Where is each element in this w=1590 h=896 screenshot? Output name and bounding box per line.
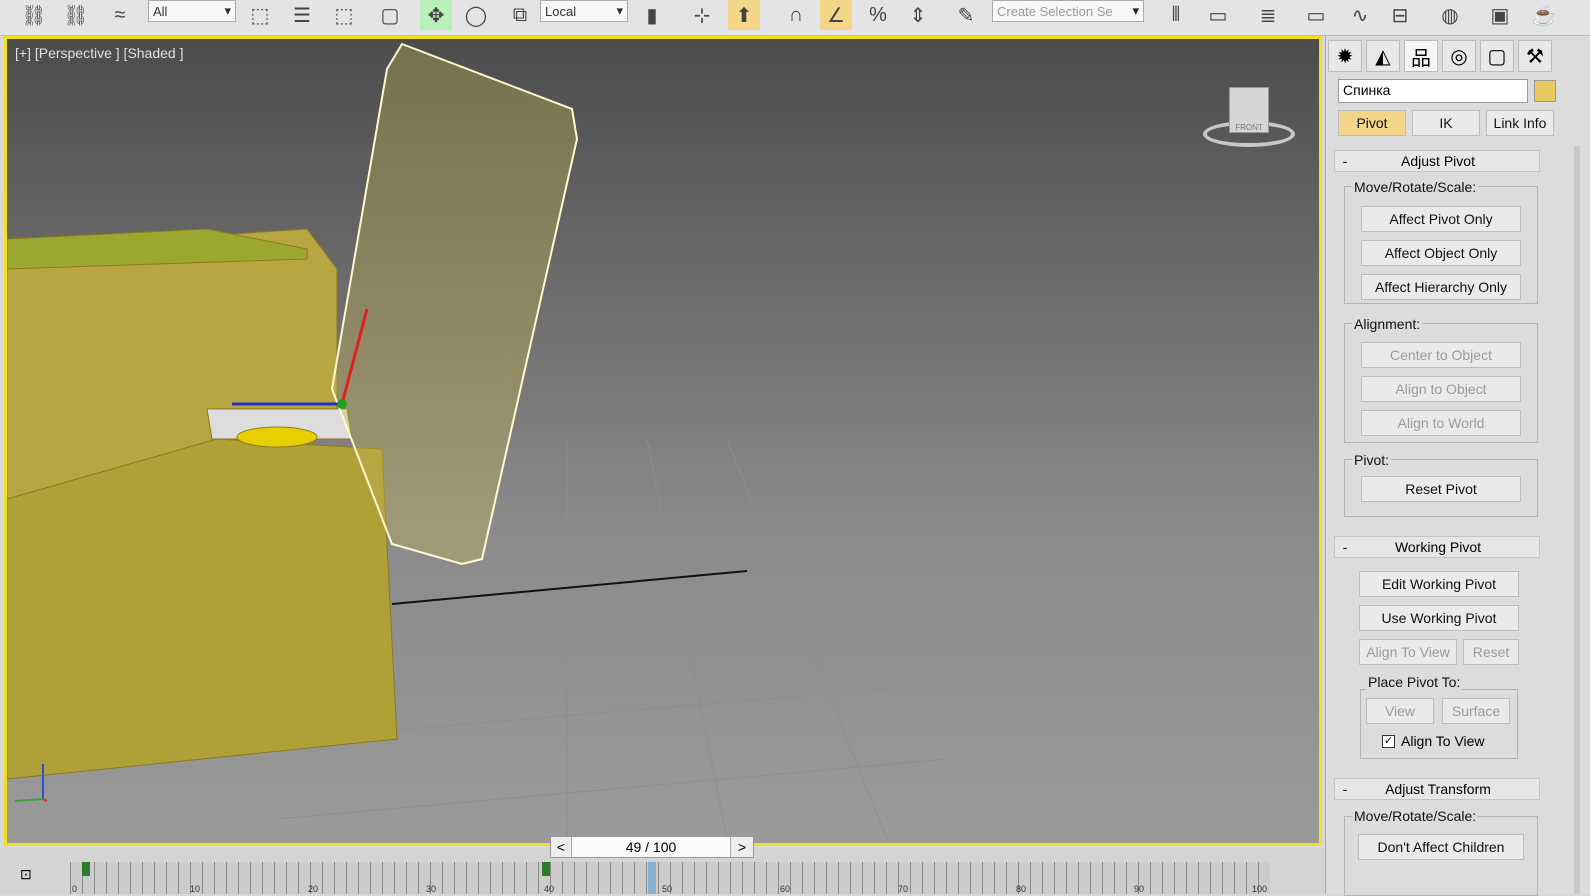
- rollout-adjust-pivot[interactable]: - Adjust Pivot: [1334, 150, 1540, 172]
- align-to-view-checkbox[interactable]: ✓: [1382, 734, 1395, 748]
- time-marker[interactable]: [648, 862, 656, 894]
- select-object-icon[interactable]: ⬚: [244, 0, 276, 30]
- rollout-working-pivot[interactable]: - Working Pivot: [1334, 536, 1540, 558]
- tab-ik[interactable]: IK: [1412, 110, 1480, 136]
- select-manipulate-icon[interactable]: ⊹: [686, 0, 718, 30]
- affect-hierarchy-only-button[interactable]: Affect Hierarchy Only: [1361, 274, 1521, 300]
- align-to-view-button[interactable]: Align To View: [1359, 639, 1457, 665]
- coordinate-system-dropdown[interactable]: Local ▾: [540, 0, 628, 22]
- place-pivot-view-button[interactable]: View: [1366, 698, 1434, 724]
- group-label: Pivot:: [1352, 452, 1392, 468]
- tick-label: 40: [544, 884, 555, 894]
- tick-label: 20: [308, 884, 319, 894]
- modify-tab-icon[interactable]: ◭: [1366, 40, 1400, 72]
- keyframe[interactable]: [542, 862, 550, 876]
- sofa-model: [7, 228, 398, 780]
- edit-named-selection-icon[interactable]: ✎: [950, 0, 982, 30]
- scene-render: [7, 42, 948, 840]
- link-icon[interactable]: ⛓: [18, 0, 50, 30]
- tick-label: 30: [426, 884, 437, 894]
- main-toolbar: ⛓ ⛓ ≈ All ▾ ⬚ ☰ ⬚ ▢ ✥ ◯ ⧉ Local ▾ ▮ ⊹ ⬆ ∩ …: [0, 0, 1590, 36]
- render-setup-icon[interactable]: ▣: [1484, 0, 1516, 30]
- snap-3d-icon[interactable]: ∩: [780, 0, 812, 30]
- rect-selection-icon[interactable]: ⬚: [328, 0, 360, 30]
- display-tab-icon[interactable]: ▢: [1480, 40, 1514, 72]
- layer-manager-icon[interactable]: ≣: [1252, 0, 1284, 30]
- hierarchy-tab-icon[interactable]: 品: [1404, 40, 1438, 72]
- viewcube[interactable]: FRONT: [1203, 87, 1295, 151]
- utilities-tab-icon[interactable]: ⚒: [1518, 40, 1552, 72]
- perspective-viewport[interactable]: [+] [Perspective ] [Shaded ] FRONT: [4, 36, 1322, 846]
- select-move-icon[interactable]: ✥: [420, 0, 452, 30]
- group-label: Move/Rotate/Scale:: [1352, 179, 1479, 195]
- window-crossing-icon[interactable]: ▢: [374, 0, 406, 30]
- align-icon[interactable]: ▭: [1202, 0, 1234, 30]
- reset-working-pivot-button[interactable]: Reset: [1463, 639, 1519, 665]
- panel-scrollbar[interactable]: [1574, 146, 1580, 894]
- keyframe[interactable]: [82, 862, 90, 876]
- curve-editor-icon[interactable]: ∿: [1344, 0, 1376, 30]
- create-tab-icon[interactable]: ✹: [1328, 40, 1362, 72]
- pivot-center-icon[interactable]: ▮: [636, 0, 668, 30]
- rollout-adjust-transform[interactable]: - Adjust Transform: [1334, 778, 1540, 800]
- select-rotate-icon[interactable]: ◯: [460, 0, 492, 30]
- tick-label: 10: [190, 884, 201, 894]
- tick-label: 100: [1252, 884, 1268, 894]
- named-selection-dropdown[interactable]: Create Selection Se ▾: [992, 0, 1144, 22]
- prev-frame-button[interactable]: <: [551, 837, 571, 857]
- mini-curve-editor-icon[interactable]: ⊡: [20, 866, 32, 883]
- affect-pivot-only-button[interactable]: Affect Pivot Only: [1361, 206, 1521, 232]
- tick-label: 70: [898, 884, 909, 894]
- mirror-icon[interactable]: ⫴: [1160, 0, 1192, 30]
- percent-snap-icon[interactable]: %: [862, 0, 894, 30]
- tick-label: 90: [1134, 884, 1145, 894]
- material-editor-icon[interactable]: ◍: [1434, 0, 1466, 30]
- group-label: Alignment:: [1352, 316, 1423, 332]
- place-pivot-surface-button[interactable]: Surface: [1442, 698, 1510, 724]
- object-color-swatch[interactable]: [1534, 80, 1556, 102]
- command-panel: ✹ ◭ 品 ◎ ▢ ⚒ Спинка Pivot IK Link Info -A…: [1325, 36, 1590, 896]
- tab-link-info[interactable]: Link Info: [1486, 110, 1554, 136]
- selection-filter-dropdown[interactable]: All ▾: [148, 0, 236, 22]
- align-to-world-button[interactable]: Align to World: [1361, 410, 1521, 436]
- group-label: Place Pivot To:: [1366, 674, 1463, 690]
- object-name-field[interactable]: Спинка: [1338, 79, 1528, 103]
- dont-affect-children-button[interactable]: Don't Affect Children: [1358, 834, 1524, 860]
- scene-explorer-icon[interactable]: ▭: [1300, 0, 1332, 30]
- tick-label: 50: [662, 884, 673, 894]
- reset-pivot-button[interactable]: Reset Pivot: [1361, 476, 1521, 502]
- use-working-pivot-button[interactable]: Use Working Pivot: [1359, 605, 1519, 631]
- tick-label: 0: [72, 884, 78, 894]
- time-slider[interactable]: < 49 / 100 >: [550, 836, 754, 858]
- checkbox-label: Align To View: [1401, 733, 1485, 749]
- unlink-icon[interactable]: ⛓: [60, 0, 92, 30]
- frame-counter[interactable]: 49 / 100: [571, 837, 731, 857]
- next-frame-button[interactable]: >: [731, 837, 753, 857]
- align-to-object-button[interactable]: Align to Object: [1361, 376, 1521, 402]
- select-by-name-icon[interactable]: ☰: [286, 0, 318, 30]
- angle-snap-icon[interactable]: ∠: [820, 0, 852, 30]
- backrest-wireframe: [330, 42, 579, 566]
- motion-tab-icon[interactable]: ◎: [1442, 40, 1476, 72]
- render-icon[interactable]: ☕: [1528, 0, 1560, 30]
- keyboard-shortcut-icon[interactable]: ⬆: [728, 0, 760, 30]
- center-to-object-button[interactable]: Center to Object: [1361, 342, 1521, 368]
- align-to-view-checkbox-row[interactable]: ✓ Align To View: [1382, 733, 1485, 749]
- spinner-snap-icon[interactable]: ⇕: [902, 0, 934, 30]
- tick-label: 60: [780, 884, 791, 894]
- tab-pivot[interactable]: Pivot: [1338, 110, 1406, 136]
- edit-working-pivot-button[interactable]: Edit Working Pivot: [1359, 571, 1519, 597]
- affect-object-only-button[interactable]: Affect Object Only: [1361, 240, 1521, 266]
- tick-label: 80: [1016, 884, 1027, 894]
- group-label: Move/Rotate/Scale:: [1352, 808, 1479, 824]
- bind-space-warp-icon[interactable]: ≈: [104, 0, 136, 30]
- schematic-view-icon[interactable]: ⊟: [1384, 0, 1416, 30]
- select-scale-icon[interactable]: ⧉: [504, 0, 536, 30]
